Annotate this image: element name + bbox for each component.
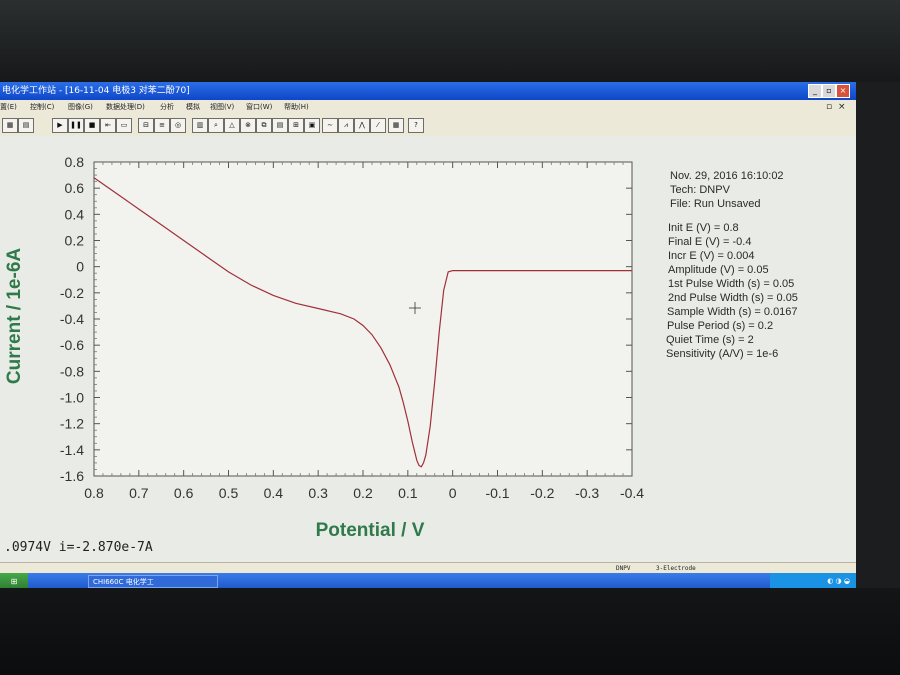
x-tick-label: 0.7 (129, 485, 149, 501)
toolbar: ▦ ▤ ▶ ❚❚ ■ ⇤ ▭ ⊟ ≡ ◎ ▥ ⌕ △ ⊗ ⧉ ▤ ⊞ ▣ ∼ ⩘… (0, 114, 856, 137)
stop-icon[interactable]: ■ (84, 118, 100, 133)
y-tick-label: 0.6 (65, 180, 85, 196)
y-tick-label: -0.8 (60, 363, 84, 379)
x-tick-label: -0.4 (620, 485, 644, 501)
menu-item-graphics[interactable]: 图像(G) (68, 100, 93, 114)
mdi-minimize-button[interactable]: ▫ (826, 100, 832, 114)
param-pulse-period: Pulse Period (s) = 0.2 (667, 320, 774, 332)
save-icon[interactable]: ▤ (18, 118, 34, 133)
x-tick-label: 0.5 (219, 485, 239, 501)
menu-item-setup[interactable]: 置(E) (0, 100, 17, 114)
peak-icon[interactable]: △ (224, 118, 240, 133)
help-icon[interactable]: ? (408, 118, 424, 133)
reverse-icon[interactable]: ⇤ (100, 118, 116, 133)
ir-comp-icon[interactable]: ◎ (170, 118, 186, 133)
param-quiet-time: Quiet Time (s) = 2 (666, 334, 754, 346)
window-title: 电化学工作站 - [16-11-04 电极3 对苯二酚70] (2, 86, 190, 96)
copy-icon[interactable]: ▣ (304, 118, 320, 133)
x-tick-label: 0.4 (264, 485, 284, 501)
menu-bar: 置(E) 控制(C) 图像(G) 数据处理(D) 分析 模拟 视图(V) 窗口(… (0, 100, 856, 114)
y-tick-label: 0.2 (65, 233, 85, 249)
menu-item-view[interactable]: 视图(V) (210, 100, 234, 114)
format-icon[interactable]: ⊞ (288, 118, 304, 133)
param-incr-e: Incr E (V) = 0.004 (668, 250, 755, 262)
monitor-bezel-top (0, 0, 900, 82)
menu-item-data-proc[interactable]: 数据处理(D) (106, 100, 145, 114)
close-button[interactable]: × (836, 84, 850, 98)
y-tick-label: -1.4 (60, 442, 84, 458)
x-axis-label: Potential / V (316, 520, 425, 541)
technique-icon[interactable]: ⊟ (138, 118, 154, 133)
screen: 电化学工作站 - [16-11-04 电极3 对苯二酚70] _ ▫ × 置(E… (0, 82, 856, 590)
param-sample-width: Sample Width (s) = 0.0167 (667, 306, 798, 318)
run-file: File: Run Unsaved (670, 198, 761, 210)
run-icon[interactable]: ▶ (52, 118, 68, 133)
open-icon[interactable]: ▦ (2, 118, 18, 133)
layout-icon[interactable]: ▤ (272, 118, 288, 133)
plot-frame (93, 161, 633, 477)
y-tick-label: 0.4 (65, 206, 85, 222)
overlay-icon[interactable]: ⊗ (240, 118, 256, 133)
x-tick-label: 0.8 (84, 485, 104, 501)
param-sensitivity: Sensitivity (A/V) = 1e-6 (666, 348, 779, 360)
cursor-readout: .0974V i=-2.870e-7A (4, 540, 153, 555)
restore-button[interactable]: ▫ (822, 84, 836, 98)
y-tick-label: -1.0 (60, 390, 84, 406)
minimize-button[interactable]: _ (808, 84, 822, 98)
y-tick-label: -1.2 (60, 416, 84, 432)
y-axis-label: Current / 1e-6A (4, 248, 25, 384)
param-pulse-width-2: 2nd Pulse Width (s) = 0.05 (668, 292, 798, 304)
menu-item-control[interactable]: 控制(C) (30, 100, 54, 114)
y-tick-label: -1.6 (60, 468, 84, 484)
x-tick-label: -0.1 (485, 485, 509, 501)
step-icon[interactable]: ▭ (116, 118, 132, 133)
param-amplitude: Amplitude (V) = 0.05 (668, 264, 769, 276)
run-tech: Tech: DNPV (670, 184, 730, 196)
derivative-icon[interactable]: ⩘ (338, 118, 354, 133)
y-tick-label: -0.2 (60, 285, 84, 301)
baseline-icon[interactable]: ⋀ (354, 118, 370, 133)
mdi-close-button[interactable]: × (838, 100, 846, 114)
x-tick-label: 0.2 (353, 485, 373, 501)
pause-icon[interactable]: ❚❚ (68, 118, 84, 133)
plot-area: 0.8 0.6 0.4 0.2 0 -0.2 -0.4 -0.6 -0.8 -1.0 -1.2 -1.… (0, 136, 856, 590)
x-tick-label: 0 (449, 485, 457, 501)
x-tick-label: 0.1 (398, 485, 418, 501)
x-tick-label: -0.2 (530, 485, 554, 501)
param-init-e: Init E (V) = 0.8 (668, 222, 739, 234)
menu-item-help[interactable]: 帮助(H) (284, 100, 309, 114)
table-icon[interactable]: ▦ (388, 118, 404, 133)
zoom-icon[interactable]: ⌕ (208, 118, 224, 133)
menu-item-window[interactable]: 窗口(W) (246, 100, 272, 114)
param-final-e: Final E (V) = -0.4 (668, 236, 752, 248)
monitor-bezel-bottom (0, 588, 900, 675)
y-tick-label: -0.6 (60, 337, 84, 353)
smooth-icon[interactable]: ∼ (322, 118, 338, 133)
graph-icon[interactable]: ▥ (192, 118, 208, 133)
title-bar: 电化学工作站 - [16-11-04 电极3 对苯二酚70] _ ▫ × (0, 82, 856, 100)
x-tick-label: 0.6 (174, 485, 194, 501)
param-pulse-width-1: 1st Pulse Width (s) = 0.05 (668, 278, 795, 290)
menu-item-simulation[interactable]: 模拟 (186, 100, 200, 114)
y-tick-label: -0.4 (60, 311, 84, 327)
y-tick-label: 0.8 (65, 154, 85, 170)
parameters-icon[interactable]: ≡ (154, 118, 170, 133)
x-tick-label: -0.3 (575, 485, 599, 501)
x-tick-label: 0.3 (308, 485, 328, 501)
taskbar-item-chi[interactable]: CHI660C 电化学工 (88, 575, 218, 588)
integrate-icon[interactable]: ⁄ (370, 118, 386, 133)
run-date: Nov. 29, 2016 16:10:02 (670, 170, 784, 182)
y-tick-label: 0 (76, 259, 84, 275)
add-data-icon[interactable]: ⧉ (256, 118, 272, 133)
menu-item-analysis[interactable]: 分析 (160, 100, 174, 114)
